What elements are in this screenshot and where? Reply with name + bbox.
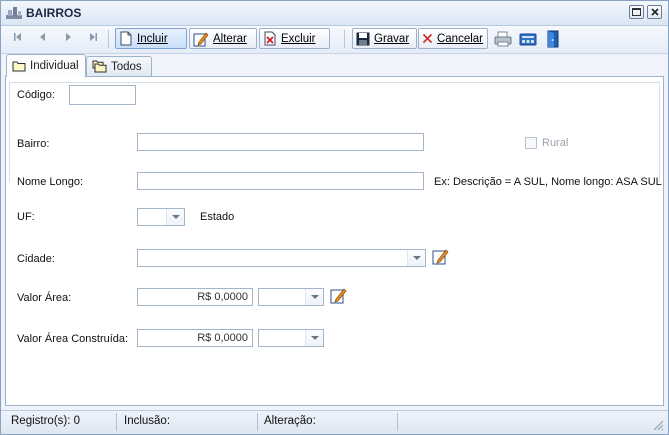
valor-area-unit-select[interactable] — [258, 288, 324, 306]
uf-select[interactable] — [137, 208, 185, 226]
nome-longo-input[interactable] — [137, 172, 424, 190]
cidade-select[interactable] — [137, 249, 426, 267]
first-icon — [14, 33, 21, 41]
status-divider — [397, 413, 398, 431]
rural-label: Rural — [542, 137, 569, 149]
alterar-button[interactable]: Alterar — [189, 28, 257, 49]
printer-icon[interactable] — [494, 30, 512, 48]
folder-icon — [12, 61, 26, 72]
valor-area-construida-unit-select[interactable] — [258, 329, 324, 347]
valor-area-construida-input[interactable]: R$ 0,0000 — [137, 329, 253, 347]
status-divider — [257, 413, 258, 431]
excluir-label: Excluir — [281, 32, 316, 45]
cancelar-label: Cancelar — [436, 32, 483, 45]
estado-label: Estado — [200, 211, 235, 223]
codigo-label: Código: — [17, 89, 55, 101]
valor-area-label: Valor Área: — [17, 292, 72, 304]
gravar-label: Gravar — [374, 32, 410, 45]
status-alteracao: Alteração: — [264, 415, 316, 427]
close-button[interactable] — [647, 5, 662, 19]
calculator-icon[interactable] — [519, 30, 537, 48]
maximize-button[interactable] — [629, 5, 644, 19]
toolbar-separator — [344, 30, 345, 48]
bairro-input[interactable] — [137, 133, 424, 151]
toolbar: Incluir Alterar Excluir Gravar Cancelar — [1, 26, 668, 54]
previous-icon — [40, 33, 45, 41]
title-bar: BAIRROS — [1, 1, 668, 26]
excluir-button[interactable]: Excluir — [259, 28, 330, 49]
new-document-icon — [120, 31, 132, 46]
next-icon — [66, 33, 71, 41]
app-icon — [6, 7, 22, 19]
bairro-label: Bairro: — [17, 138, 50, 150]
uf-label: UF: — [17, 211, 35, 223]
tab-strip: Individual Todos — [1, 54, 668, 77]
valor-area-unit-dropdown-button[interactable] — [305, 289, 323, 305]
status-divider — [116, 413, 117, 431]
nome-longo-hint: Ex: Descrição = A SUL, Nome longo: ASA S… — [434, 176, 662, 188]
bairros-window: BAIRROS Incluir Alterar Excluir Gravar C… — [0, 0, 669, 435]
cancelar-button[interactable]: Cancelar — [418, 28, 488, 49]
previous-record-button[interactable] — [36, 32, 50, 46]
incluir-button[interactable]: Incluir — [115, 28, 187, 49]
first-record-button[interactable] — [11, 32, 25, 46]
uf-dropdown-button[interactable] — [166, 209, 184, 225]
tab-individual-label: Individual — [30, 60, 79, 72]
save-icon — [356, 32, 370, 45]
resize-grip-icon[interactable] — [653, 420, 664, 431]
edit-icon — [193, 32, 209, 46]
cancel-icon — [422, 33, 433, 44]
last-record-button[interactable] — [86, 32, 100, 46]
folders-icon — [92, 60, 107, 73]
valor-area-edit-icon[interactable] — [330, 287, 347, 304]
window-title: BAIRROS — [26, 6, 82, 20]
last-icon — [90, 33, 97, 41]
status-inclusao: Inclusão: — [124, 415, 171, 427]
cidade-label: Cidade: — [17, 253, 55, 265]
valor-area-input[interactable]: R$ 0,0000 — [137, 288, 253, 306]
gravar-button[interactable]: Gravar — [352, 28, 417, 49]
cidade-edit-icon[interactable] — [432, 248, 449, 265]
status-registros: Registro(s): 0 — [11, 415, 81, 427]
toolbar-separator — [108, 30, 109, 48]
alterar-label: Alterar — [213, 32, 247, 45]
status-bar: Registro(s): 0 Inclusão: Alteração: — [1, 410, 668, 434]
tab-individual[interactable]: Individual — [6, 54, 86, 77]
valor-area-construida-unit-dropdown-button[interactable] — [305, 330, 323, 346]
cidade-dropdown-button[interactable] — [407, 250, 425, 266]
form-panel: Código: Bairro: Rural Nome Longo: Ex: De… — [5, 76, 664, 406]
codigo-input[interactable] — [69, 85, 136, 105]
close-icon — [650, 8, 659, 16]
valor-area-construida-label: Valor Área Construída: — [17, 333, 129, 345]
rural-checkbox[interactable] — [525, 137, 537, 149]
next-record-button[interactable] — [61, 32, 75, 46]
tab-todos[interactable]: Todos — [86, 56, 152, 76]
incluir-label: Incluir — [137, 32, 168, 45]
nome-longo-label: Nome Longo: — [17, 176, 84, 188]
delete-document-icon — [264, 31, 276, 46]
tab-todos-label: Todos — [111, 60, 142, 73]
maximize-icon — [632, 8, 641, 16]
exit-door-icon[interactable] — [544, 30, 562, 48]
